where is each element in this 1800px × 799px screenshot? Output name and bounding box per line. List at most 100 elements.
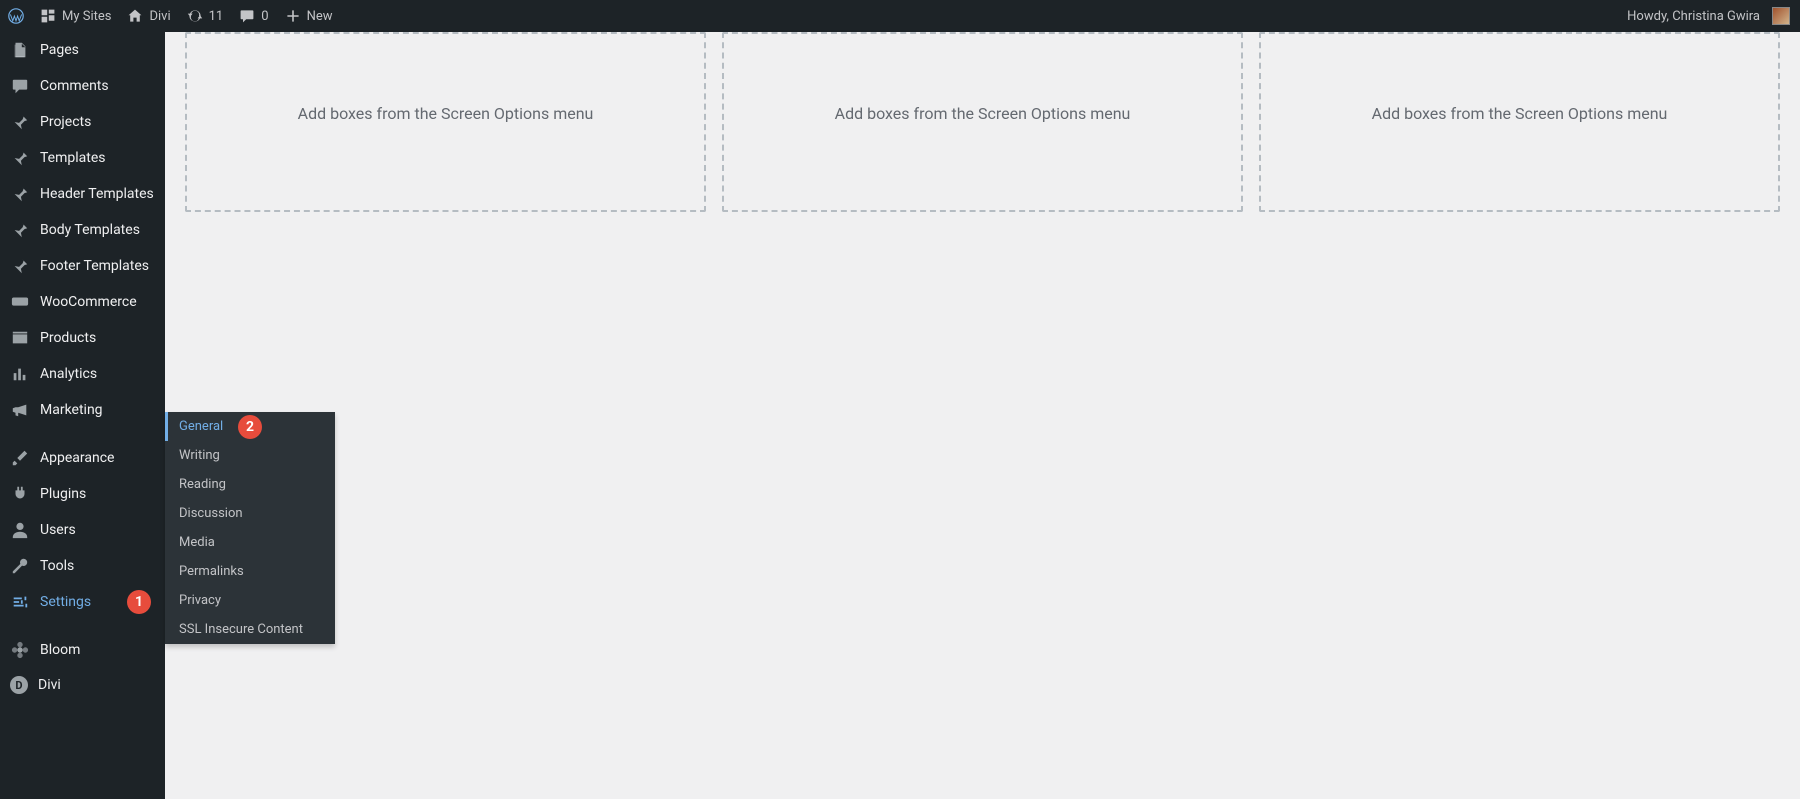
- wrench-icon: [10, 556, 30, 576]
- submenu-item-ssl[interactable]: SSL Insecure Content: [165, 615, 335, 644]
- submenu-item-label: Reading: [179, 477, 226, 492]
- dropzone-placeholder: Add boxes from the Screen Options menu: [1372, 104, 1668, 123]
- howdy-link[interactable]: Howdy, Christina Gwira: [1619, 0, 1800, 32]
- comment-icon: [10, 76, 30, 96]
- menu-separator: [0, 620, 165, 632]
- user-icon: [10, 520, 30, 540]
- meta-boxes-row: Add boxes from the Screen Options menu A…: [185, 32, 1780, 212]
- meta-box-dropzone[interactable]: Add boxes from the Screen Options menu: [185, 32, 706, 212]
- submenu-item-label: SSL Insecure Content: [179, 622, 303, 637]
- submenu-item-privacy[interactable]: Privacy: [165, 586, 335, 615]
- sidebar-item-label: Users: [40, 522, 76, 538]
- adminbar-right: Howdy, Christina Gwira: [1619, 0, 1800, 32]
- dropzone-placeholder: Add boxes from the Screen Options menu: [835, 104, 1131, 123]
- sites-icon: [40, 8, 56, 24]
- analytics-icon: [10, 364, 30, 384]
- pin-icon: [10, 184, 30, 204]
- sidebar-item-templates[interactable]: Templates: [0, 140, 165, 176]
- pin-icon: [10, 220, 30, 240]
- dropzone-placeholder: Add boxes from the Screen Options menu: [298, 104, 594, 123]
- divi-icon: D: [10, 676, 28, 694]
- sidebar-item-bloom[interactable]: Bloom: [0, 632, 165, 668]
- settings-submenu: General 2 Writing Reading Discussion Med…: [165, 412, 335, 644]
- site-link[interactable]: Divi: [119, 0, 178, 32]
- adminbar: My Sites Divi 11 0 New: [0, 0, 1800, 32]
- sidebar-item-products[interactable]: Products: [0, 320, 165, 356]
- comment-icon: [239, 8, 255, 24]
- submenu-item-writing[interactable]: Writing: [165, 441, 335, 470]
- plus-icon: [285, 8, 301, 24]
- submenu-item-label: Writing: [179, 448, 220, 463]
- sidebar-item-body-templates[interactable]: Body Templates: [0, 212, 165, 248]
- brush-icon: [10, 448, 30, 468]
- submenu-item-label: Discussion: [179, 506, 243, 521]
- sidebar-item-label: Bloom: [40, 642, 80, 658]
- sidebar-item-label: Products: [40, 330, 96, 346]
- sidebar-item-projects[interactable]: Projects: [0, 104, 165, 140]
- adminbar-left: My Sites Divi 11 0 New: [0, 0, 341, 32]
- sidebar-item-plugins[interactable]: Plugins: [0, 476, 165, 512]
- submenu-item-general[interactable]: General 2: [165, 412, 335, 441]
- main-content: Add boxes from the Screen Options menu A…: [165, 32, 1800, 799]
- sidebar-item-footer-templates[interactable]: Footer Templates: [0, 248, 165, 284]
- submenu-item-label: Privacy: [179, 593, 221, 608]
- sidebar-item-label: WooCommerce: [40, 294, 137, 310]
- submenu-item-reading[interactable]: Reading: [165, 470, 335, 499]
- sidebar-item-label: Tools: [40, 558, 74, 574]
- avatar: [1772, 7, 1790, 25]
- sidebar-item-label: Templates: [40, 150, 106, 166]
- sidebar-item-settings[interactable]: Settings 1 General 2 Writing Reading Dis…: [0, 584, 165, 620]
- sidebar-item-label: Footer Templates: [40, 258, 149, 274]
- sidebar-item-tools[interactable]: Tools: [0, 548, 165, 584]
- woo-icon: [10, 292, 30, 312]
- sidebar-item-label: Body Templates: [40, 222, 140, 238]
- sidebar-item-label: Plugins: [40, 486, 86, 502]
- howdy-label: Howdy, Christina Gwira: [1627, 9, 1760, 24]
- sidebar-item-label: Settings: [40, 594, 91, 610]
- submenu-item-media[interactable]: Media: [165, 528, 335, 557]
- sidebar-item-woocommerce[interactable]: WooCommerce: [0, 284, 165, 320]
- wp-logo[interactable]: [0, 0, 32, 32]
- my-sites-link[interactable]: My Sites: [32, 0, 119, 32]
- pin-icon: [10, 148, 30, 168]
- sidebar-item-label: Pages: [40, 42, 79, 58]
- sidebar-item-label: Header Templates: [40, 186, 154, 202]
- sidebar-item-label: Divi: [38, 677, 61, 693]
- sidebar-item-users[interactable]: Users: [0, 512, 165, 548]
- sidebar-item-header-templates[interactable]: Header Templates: [0, 176, 165, 212]
- submenu-item-permalinks[interactable]: Permalinks: [165, 557, 335, 586]
- plug-icon: [10, 484, 30, 504]
- sidebar-item-label: Analytics: [40, 366, 97, 382]
- sidebar-item-appearance[interactable]: Appearance: [0, 440, 165, 476]
- comments-link[interactable]: 0: [231, 0, 276, 32]
- updates-count: 11: [209, 9, 224, 24]
- callout-badge-1: 1: [127, 590, 151, 614]
- megaphone-icon: [10, 400, 30, 420]
- pin-icon: [10, 112, 30, 132]
- comments-count: 0: [261, 9, 268, 24]
- home-icon: [127, 8, 143, 24]
- sidebar-item-comments[interactable]: Comments: [0, 68, 165, 104]
- meta-box-dropzone[interactable]: Add boxes from the Screen Options menu: [1259, 32, 1780, 212]
- sidebar-item-label: Marketing: [40, 402, 103, 418]
- update-icon: [187, 8, 203, 24]
- submenu-item-discussion[interactable]: Discussion: [165, 499, 335, 528]
- sidebar-item-label: Comments: [40, 78, 109, 94]
- meta-box-dropzone[interactable]: Add boxes from the Screen Options menu: [722, 32, 1243, 212]
- updates-link[interactable]: 11: [179, 0, 232, 32]
- sidebar-item-marketing[interactable]: Marketing: [0, 392, 165, 428]
- sidebar-item-pages[interactable]: Pages: [0, 32, 165, 68]
- sidebar-item-label: Appearance: [40, 450, 114, 466]
- admin-sidebar: Pages Comments Projects Templates Header…: [0, 32, 165, 799]
- sidebar-item-divi[interactable]: D Divi: [0, 668, 165, 702]
- my-sites-label: My Sites: [62, 9, 111, 24]
- site-name-label: Divi: [149, 9, 170, 24]
- submenu-item-label: Permalinks: [179, 564, 244, 579]
- pin-icon: [10, 256, 30, 276]
- menu-separator: [0, 428, 165, 440]
- bloom-icon: [10, 640, 30, 660]
- sidebar-item-analytics[interactable]: Analytics: [0, 356, 165, 392]
- submenu-item-label: General: [179, 419, 223, 434]
- new-link[interactable]: New: [277, 0, 341, 32]
- pages-icon: [10, 40, 30, 60]
